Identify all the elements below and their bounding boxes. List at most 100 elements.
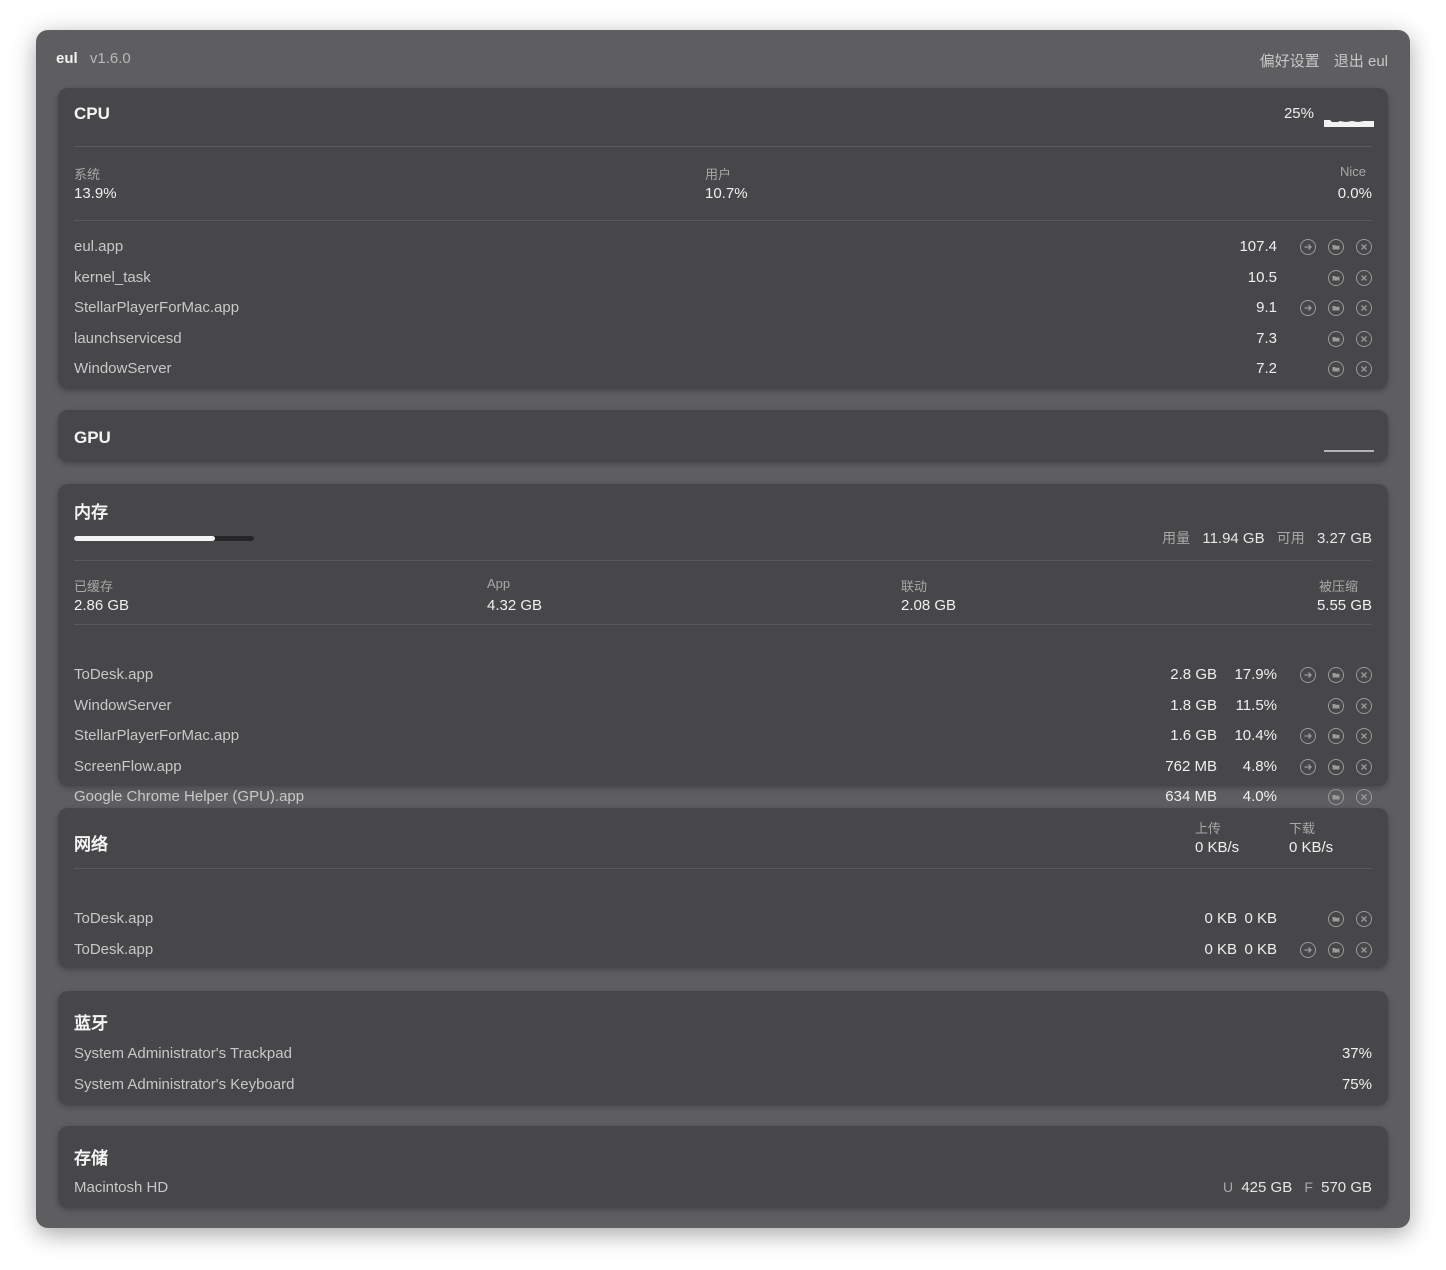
app-name: eul (56, 50, 78, 67)
memory-process-name: WindowServer (74, 696, 172, 714)
network-upload-value: 0 KB/s (1195, 839, 1240, 856)
memory-process-percent: 11.5% (1235, 696, 1277, 714)
cpu-process-name: launchservicesd (74, 329, 182, 347)
storage-title: 存储 (74, 1149, 108, 1168)
memory-process-name: ScreenFlow.app (74, 757, 182, 775)
folder-icon[interactable] (1328, 728, 1344, 744)
arrow-icon[interactable] (1300, 941, 1316, 958)
memory-process-percent: 17.9% (1234, 666, 1277, 683)
storage-row: Macintosh HD U 425 GB F 570 GB (74, 1177, 1372, 1201)
close-icon[interactable] (1356, 697, 1372, 714)
gpu-title: GPU (74, 428, 111, 447)
memory-stat-label-cached: 已缓存 (74, 579, 114, 594)
cpu-process-row: StellarPlayerForMac.app 9.1 (74, 297, 1372, 321)
folder-icon[interactable] (1328, 697, 1344, 714)
memory-process-row: Google Chrome Helper (GPU).app 634 MB 4.0% (74, 786, 1372, 810)
cpu-process-value: 7.2 (1256, 360, 1277, 377)
close-icon[interactable] (1356, 758, 1372, 775)
folder-icon[interactable] (1328, 667, 1344, 683)
cpu-card: CPU 25% 系统 13.9% 用户 10.7% Nice 0.0% eul.… (58, 88, 1388, 389)
memory-stat-value-cached: 2.86 GB (74, 597, 130, 614)
storage-disk-name: Macintosh HD (74, 1179, 169, 1196)
gpu-card: GPU (58, 410, 1388, 462)
cpu-sparkline (1324, 120, 1374, 127)
cpu-stat-value-user: 10.7% (705, 185, 748, 202)
close-icon[interactable] (1356, 941, 1372, 958)
storage-used-value: 425 GB (1241, 1179, 1293, 1196)
memory-process-name: Google Chrome Helper (GPU).app (74, 788, 305, 805)
folder-icon[interactable] (1328, 239, 1344, 255)
memory-process-percent: 4.8% (1242, 757, 1277, 775)
cpu-process-value: 10.5 (1247, 268, 1277, 286)
memory-process-size: 762 MB (1165, 757, 1217, 775)
cpu-process-name: WindowServer (74, 360, 172, 377)
memory-available-label: 可用 (1276, 530, 1305, 546)
close-icon[interactable] (1356, 911, 1372, 927)
quit-button[interactable]: 退出 eul (1334, 53, 1388, 70)
network-process-name: ToDesk.app (74, 940, 154, 958)
network-upload-label: 上传 (1195, 821, 1222, 836)
cpu-process-name: kernel_task (74, 268, 151, 286)
folder-icon[interactable] (1328, 361, 1344, 377)
close-icon[interactable] (1356, 361, 1372, 377)
cpu-process-value: 107.4 (1239, 238, 1277, 255)
memory-process-percent: 10.4% (1234, 727, 1277, 744)
bluetooth-card: 蓝牙 System Administrator's Trackpad 37% Sys… (58, 991, 1388, 1105)
close-icon[interactable] (1356, 300, 1372, 316)
folder-icon[interactable] (1328, 758, 1344, 775)
memory-usage-bar (74, 536, 254, 541)
cpu-process-row: launchservicesd 7.3 (74, 328, 1372, 352)
memory-stat-label-compressed: 被压缩 (1318, 579, 1358, 594)
close-icon[interactable] (1356, 789, 1372, 805)
memory-used-value: 11.94 GB (1202, 530, 1265, 547)
cpu-stat-value-system: 13.9% (74, 185, 117, 202)
arrow-icon[interactable] (1300, 667, 1316, 683)
bluetooth-device-name: System Administrator's Keyboard (74, 1075, 295, 1093)
folder-icon[interactable] (1328, 941, 1344, 958)
network-download-value: 0 KB/s (1289, 839, 1334, 856)
network-process-down: 0 KB (1244, 910, 1277, 927)
folder-icon[interactable] (1328, 911, 1344, 927)
memory-process-size: 2.8 GB (1170, 666, 1217, 683)
memory-process-name: ToDesk.app (74, 666, 154, 683)
close-icon[interactable] (1356, 728, 1372, 744)
close-icon[interactable] (1356, 330, 1372, 347)
folder-icon[interactable] (1328, 789, 1344, 805)
memory-process-percent: 4.0% (1242, 788, 1277, 805)
memory-stat-label-app: App (487, 576, 511, 591)
storage-free-value: 570 GB (1321, 1179, 1372, 1196)
folder-icon[interactable] (1328, 300, 1344, 316)
memory-stat-value-app: 4.32 GB (487, 597, 543, 614)
bluetooth-device-battery: 75% (1341, 1075, 1372, 1093)
cpu-stat-label-system: 系统 (74, 167, 101, 182)
app-version: v1.6.0 (89, 50, 131, 67)
arrow-icon[interactable] (1300, 239, 1316, 255)
arrow-icon[interactable] (1300, 728, 1316, 744)
cpu-process-name: eul.app (74, 238, 124, 255)
arrow-icon[interactable] (1300, 758, 1316, 775)
preferences-button[interactable]: 偏好设置 (1260, 53, 1320, 70)
network-process-row: ToDesk.app 0 KB 0 KB (74, 908, 1372, 932)
cpu-process-row: eul.app 107.4 (74, 236, 1372, 260)
network-card: 网络 上传 0 KB/s 下载 0 KB/s ToDesk.app 0 KB 0 K… (58, 808, 1388, 968)
title-bar: eul v1.6.0 偏好设置 退出 eul (56, 50, 1388, 70)
close-icon[interactable] (1356, 667, 1372, 683)
memory-process-size: 1.8 GB (1170, 696, 1217, 714)
folder-icon[interactable] (1328, 330, 1344, 347)
folder-icon[interactable] (1328, 269, 1344, 286)
cpu-process-value: 9.1 (1256, 299, 1277, 316)
close-icon[interactable] (1356, 269, 1372, 286)
memory-process-row: ScreenFlow.app 762 MB 4.8% (74, 756, 1372, 780)
close-icon[interactable] (1356, 239, 1372, 255)
memory-process-row: ToDesk.app 2.8 GB 17.9% (74, 664, 1372, 688)
memory-process-size: 634 MB (1165, 788, 1217, 805)
memory-stat-value-wired: 2.08 GB (901, 597, 957, 614)
network-process-up: 0 KB (1204, 910, 1237, 927)
memory-process-row: StellarPlayerForMac.app 1.6 GB 10.4% (74, 725, 1372, 749)
cpu-title: CPU (74, 104, 110, 123)
memory-card: 内存 用量 11.94 GB 可用 3.27 GB 已缓存 2.86 GB Ap… (58, 484, 1388, 805)
cpu-stat-label-nice: Nice (1339, 164, 1366, 179)
cpu-process-name: StellarPlayerForMac.app (74, 299, 240, 316)
memory-usage-bar-fill (74, 536, 216, 541)
arrow-icon[interactable] (1300, 300, 1316, 316)
